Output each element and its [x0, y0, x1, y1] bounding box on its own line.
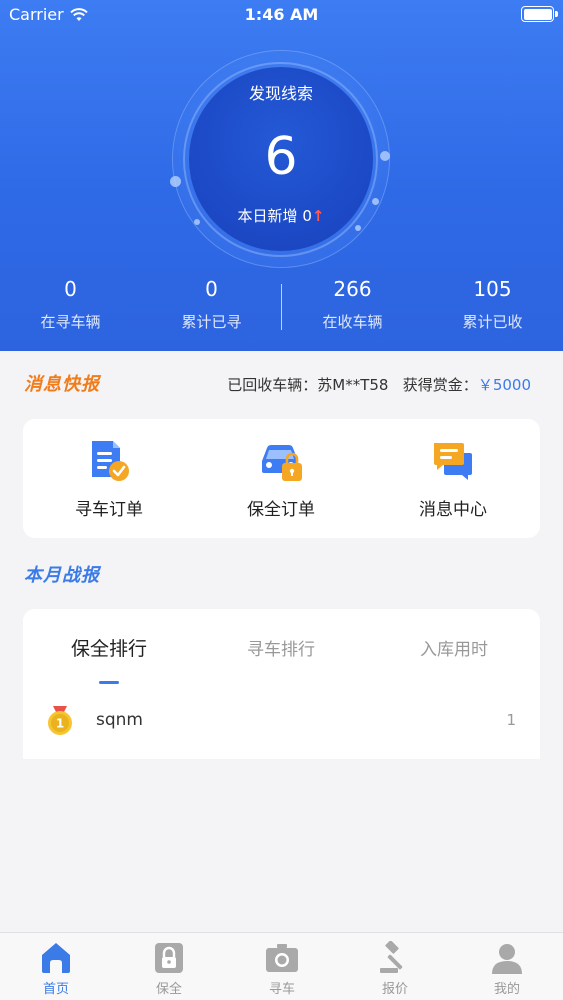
- month-report-title: 本月战报: [24, 565, 100, 586]
- news-ticker[interactable]: 消息快报 已回收车辆：苏M**T58 获得赏金：￥5000: [0, 366, 563, 402]
- news-text: 已回收车辆：苏M**T58 获得赏金：￥5000: [227, 374, 531, 395]
- stat-total-found[interactable]: 0 累计已寻: [141, 276, 282, 332]
- active-tab-indicator: [99, 681, 119, 684]
- stat-label: 累计已收: [462, 313, 523, 331]
- rank-value: 1: [506, 711, 516, 729]
- chat-bubbles-icon: [430, 437, 476, 483]
- ranking-card: 保全排行 寻车排行 入库用时 1 sqnm 1: [23, 609, 540, 759]
- stat-recovering[interactable]: 266 在收车辆: [282, 276, 423, 332]
- tab-preservation-rank[interactable]: 保全排行: [23, 634, 195, 661]
- car-lock-icon: [258, 437, 304, 483]
- stat-value: 0: [205, 277, 218, 301]
- news-logo: 消息快报: [24, 374, 100, 395]
- tabbar-label: 报价: [381, 982, 408, 997]
- battery-icon: [521, 6, 558, 22]
- tabbar-preservation[interactable]: 保全: [113, 933, 225, 1000]
- home-icon: [39, 941, 73, 975]
- gold-medal-icon: 1: [47, 706, 73, 736]
- tabbar-label: 首页: [42, 982, 69, 997]
- stat-searching[interactable]: 0 在寻车辆: [0, 276, 141, 332]
- stat-label: 在寻车辆: [40, 313, 101, 331]
- status-time: 1:46 AM: [244, 5, 319, 24]
- clue-title: 发现线索: [248, 84, 313, 103]
- stat-value: 0: [64, 277, 77, 301]
- stat-value: 105: [473, 277, 512, 301]
- hero-header: Carrier 1:46 AM 发现线索 6 本日新增 0↑ 0 在寻车辆 0 …: [0, 0, 563, 351]
- shortcut-card: 寻车订单 保全订单 消息中心: [23, 419, 540, 538]
- today-new-value: 0: [302, 207, 312, 225]
- gavel-icon: [378, 940, 412, 975]
- stat-value: 266: [333, 277, 372, 301]
- recovered-label: 已回收车辆：: [227, 376, 318, 394]
- document-check-icon: [86, 437, 132, 483]
- bottom-tab-bar: 首页 保全 寻车 报价 我的: [0, 932, 563, 1000]
- search-orders-button[interactable]: 寻车订单: [34, 437, 184, 520]
- reward-amount: ￥5000: [477, 376, 531, 394]
- recovered-plate: 苏M**T58: [317, 376, 389, 394]
- preservation-orders-button[interactable]: 保全订单: [206, 437, 356, 520]
- message-center-button[interactable]: 消息中心: [378, 437, 528, 520]
- today-new-label: 本日新增: [237, 207, 298, 225]
- tab-storage-time[interactable]: 入库用时: [368, 635, 540, 660]
- rank-name: sqnm: [96, 710, 143, 730]
- ring-dot: [380, 151, 390, 161]
- status-bar: Carrier 1:46 AM: [0, 0, 563, 30]
- camera-icon: [265, 941, 299, 975]
- tabbar-mine[interactable]: 我的: [451, 933, 563, 1000]
- stat-label: 在收车辆: [322, 313, 383, 331]
- stats-row: 0 在寻车辆 0 累计已寻 266 在收车辆 105 累计已收: [0, 276, 563, 336]
- tabbar-label: 寻车: [268, 982, 295, 997]
- reward-label: 获得赏金：: [402, 376, 478, 394]
- stat-label: 累计已寻: [181, 313, 242, 331]
- today-new: 本日新增 0↑: [189, 205, 373, 226]
- user-icon: [490, 941, 524, 975]
- ring-dot: [170, 176, 181, 187]
- tab-search-rank[interactable]: 寻车排行: [195, 635, 367, 660]
- tabbar-label: 保全: [155, 982, 182, 997]
- ring-dot: [372, 198, 379, 205]
- shortcut-label: 保全订单: [247, 500, 315, 520]
- ranking-row[interactable]: 1 sqnm 1: [23, 701, 540, 741]
- arrow-up-icon: ↑: [311, 207, 325, 225]
- clue-count: 6: [264, 127, 298, 187]
- shortcut-label: 消息中心: [419, 500, 487, 520]
- stat-total-recovered[interactable]: 105 累计已收: [422, 276, 563, 332]
- tabbar-home[interactable]: 首页: [0, 933, 112, 1000]
- tabbar-search-car[interactable]: 寻车: [226, 933, 338, 1000]
- tabbar-quote[interactable]: 报价: [339, 933, 451, 1000]
- tabbar-label: 我的: [493, 982, 520, 997]
- shortcut-label: 寻车订单: [75, 500, 143, 520]
- medal-rank: 1: [56, 717, 64, 731]
- lock-icon: [152, 941, 186, 975]
